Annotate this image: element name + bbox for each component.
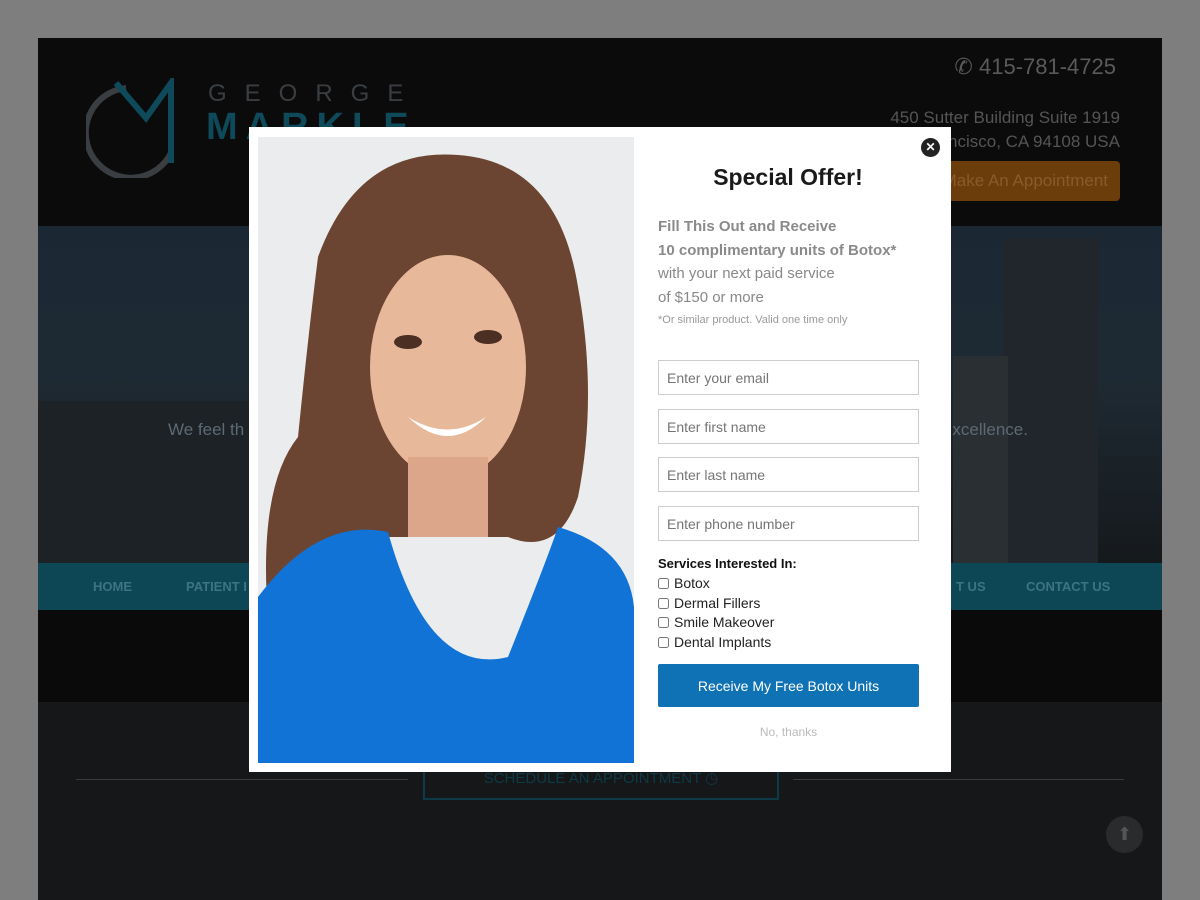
modal-title: Special Offer! — [713, 164, 863, 190]
email-field[interactable] — [658, 360, 919, 395]
offer-line1: Fill This Out and Receive — [658, 218, 837, 235]
woman-portrait-image — [258, 137, 634, 763]
checkbox-label: Dermal Fillers — [674, 595, 761, 611]
checkbox[interactable] — [658, 616, 669, 628]
checkbox-label: Smile Makeover — [674, 614, 775, 630]
woman-photo — [258, 137, 634, 763]
checkbox[interactable] — [658, 636, 669, 648]
services-label: Services Interested In: — [658, 556, 797, 571]
offer-text: Fill This Out and Receive 10 complimenta… — [658, 215, 896, 333]
service-checkbox-dental-implants[interactable]: Dental Implants — [658, 634, 771, 650]
close-modal-button[interactable]: ✕ — [921, 138, 940, 157]
service-checkbox-smile-makeover[interactable]: Smile Makeover — [658, 614, 774, 630]
offer-line3: with your next paid service — [658, 265, 835, 282]
special-offer-modal: ✕ Special Offer! Fill This Out and Recei… — [249, 127, 951, 772]
no-thanks-link[interactable]: No, thanks — [658, 725, 919, 739]
offer-line2: 10 complimentary units of Botox* — [658, 241, 897, 259]
phone-field[interactable] — [658, 506, 919, 541]
checkbox[interactable] — [658, 577, 669, 589]
last-name-field[interactable] — [658, 457, 919, 492]
first-name-field[interactable] — [658, 409, 919, 444]
service-checkbox-botox[interactable]: Botox — [658, 575, 710, 591]
fine-print: *Or similar product. Valid one time only — [658, 314, 848, 326]
checkbox[interactable] — [658, 597, 669, 609]
submit-button[interactable]: Receive My Free Botox Units — [658, 664, 919, 707]
checkbox-label: Botox — [674, 575, 710, 591]
close-icon: ✕ — [925, 140, 936, 154]
service-checkbox-dermal-fillers[interactable]: Dermal Fillers — [658, 595, 760, 611]
checkbox-label: Dental Implants — [674, 634, 772, 650]
offer-line4: of $150 or more — [658, 288, 764, 306]
